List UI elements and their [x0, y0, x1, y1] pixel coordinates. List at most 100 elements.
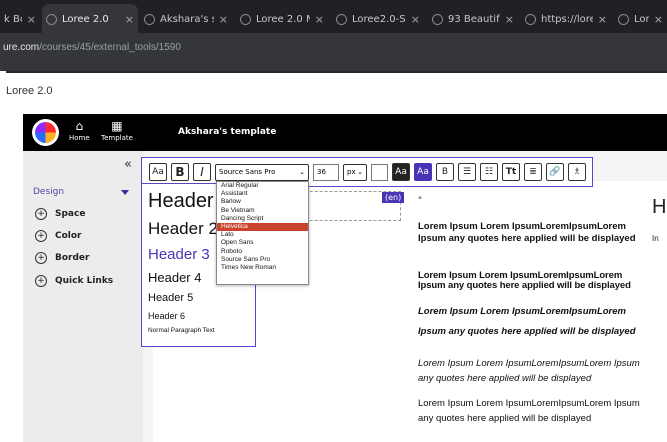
font-option[interactable]: Times New Roman	[217, 264, 308, 272]
font-option[interactable]: Helvetica	[217, 222, 308, 232]
close-tab-icon[interactable]: ×	[219, 13, 232, 26]
tab-title: https://loree	[541, 14, 593, 25]
paragraph-text[interactable]: Lorem Ipsum Lorem IpsumLoremIpsumLorem I…	[418, 221, 640, 245]
paragraph-text[interactable]: Lorem Ipsum Lorem IpsumLoremIpsumLorem I…	[418, 396, 640, 426]
italic-button[interactable]: I	[193, 163, 211, 181]
paragraph-text[interactable]: Lorem Ipsum Lorem IpsumLoremIpsumLorem I…	[418, 356, 640, 386]
font-size-input[interactable]: 36	[313, 163, 339, 181]
close-tab-icon[interactable]: ×	[411, 13, 424, 26]
font-size-toggle-button[interactable]: Aa	[149, 163, 167, 181]
tab-title: k Bo	[4, 14, 22, 25]
cut-off-text: In	[652, 234, 659, 243]
paragraph-text[interactable]: Lorem Ipsum Lorem IpsumLoremIpsumLorem	[418, 306, 640, 318]
logo-mark	[35, 122, 56, 143]
small-bold-button[interactable]: B	[436, 163, 454, 181]
address-url[interactable]: ure.com/courses/45/external_tools/1590	[3, 42, 181, 53]
plus-icon: +	[35, 230, 47, 242]
app-header: ⌂ Home ▦ Template Akshara's template	[23, 114, 667, 151]
sidebar-item-label: Border	[55, 253, 90, 263]
font-option[interactable]: Barlow	[217, 198, 308, 206]
close-tab-icon[interactable]: ×	[315, 13, 328, 26]
template-title: Akshara's template	[178, 127, 277, 137]
browser-tab[interactable]: k Bo ×	[0, 4, 40, 35]
sidebar-item-quick-links[interactable]: + Quick Links	[35, 275, 113, 287]
template-icon: ▦	[111, 119, 123, 133]
home-icon: ⌂	[75, 119, 84, 133]
design-section-toggle[interactable]: Design	[33, 187, 133, 197]
font-option[interactable]: Be Vietnam	[217, 207, 308, 215]
cut-off-heading: H	[652, 196, 667, 218]
sidebar-item-border[interactable]: + Border	[35, 252, 89, 264]
tab-title: 93 Beautiful C	[448, 14, 500, 25]
close-tab-icon[interactable]: ×	[27, 13, 40, 26]
quote-mark: "	[418, 196, 423, 206]
close-tab-icon[interactable]: ×	[505, 13, 518, 26]
language-badge[interactable]: (en)	[382, 192, 405, 203]
home-label: Home	[69, 134, 90, 142]
unit-select[interactable]: px ⌄	[343, 163, 367, 181]
font-family-dropdown: Arial Regular Assistant Barlow Be Vietnam Da…	[216, 181, 309, 285]
browser-tab[interactable]: Akshara's san ×	[140, 4, 232, 35]
font-family-select[interactable]: Source Sans Pro ⌄	[215, 163, 309, 181]
template-label: Template	[101, 134, 133, 142]
heading-option[interactable]: Header 2	[148, 219, 218, 239]
browser-tab[interactable]: https://loree ×	[521, 4, 611, 35]
sidebar-item-label: Color	[55, 231, 82, 241]
bullet-list-icon[interactable]: ☰	[458, 163, 476, 181]
favicon-icon	[46, 14, 57, 25]
address-bar[interactable]: ure.com/courses/45/external_tools/1590	[0, 33, 667, 71]
heading-option[interactable]: Header 4	[148, 270, 201, 285]
font-option[interactable]: Roboto	[217, 248, 308, 256]
collapse-sidebar-button[interactable]: «	[124, 157, 132, 172]
paragraph-text[interactable]: Lorem Ipsum Lorem IpsumLoremIpsumLorem I…	[418, 271, 640, 291]
design-section-label: Design	[33, 187, 65, 197]
favicon-icon	[618, 14, 629, 25]
sidebar-item-label: Quick Links	[55, 276, 114, 286]
address-path: /courses/45/external_tools/1590	[39, 42, 181, 53]
heading-option[interactable]: Normal Paragraph Text	[148, 327, 215, 334]
browser-tab[interactable]: Loree 2.0 ×	[42, 4, 138, 35]
clear-format-icon[interactable]: ♗	[568, 163, 586, 181]
favicon-icon	[144, 14, 155, 25]
chevron-down-icon: ⌄	[299, 168, 305, 176]
text-case-button[interactable]: Aa	[392, 163, 410, 181]
sidebar-item-color[interactable]: + Color	[35, 230, 82, 242]
heading-option[interactable]: Header 3	[148, 246, 210, 263]
browser-tab[interactable]: Loree2.0-Stag ×	[332, 4, 424, 35]
font-option[interactable]: Arial Regular	[217, 182, 308, 190]
sidebar-item-label: Space	[55, 209, 86, 219]
text-case-active-button[interactable]: Aa	[414, 163, 432, 181]
link-icon[interactable]: 🔗	[546, 163, 564, 181]
unit-value: px	[347, 168, 356, 176]
favicon-icon	[525, 14, 536, 25]
template-nav-button[interactable]: ▦ Template	[101, 120, 133, 142]
browser-tab[interactable]: Loree 2.0 New ×	[236, 4, 328, 35]
close-tab-icon[interactable]: ×	[654, 13, 667, 26]
align-justify-icon[interactable]: ≣	[524, 163, 542, 181]
caret-down-icon	[121, 189, 129, 195]
lti-page-title: Loree 2.0	[6, 85, 53, 97]
color-swatch[interactable]	[371, 163, 388, 181]
font-option[interactable]: Lato	[217, 231, 308, 239]
browser-tab[interactable]: 93 Beautiful C ×	[428, 4, 518, 35]
close-tab-icon[interactable]: ×	[125, 13, 138, 26]
tab-title: Loree 2.0 New	[256, 14, 310, 25]
bold-button[interactable]: B	[171, 163, 189, 181]
title-case-button[interactable]: Tt	[502, 163, 520, 181]
font-option[interactable]: Open Sans	[217, 239, 308, 247]
home-nav-button[interactable]: ⌂ Home	[69, 120, 90, 142]
numbered-list-icon[interactable]: ☷	[480, 163, 498, 181]
sidebar-item-space[interactable]: + Space	[35, 208, 85, 220]
font-option[interactable]: Source Sans Pro	[217, 256, 308, 264]
favicon-icon	[336, 14, 347, 25]
close-tab-icon[interactable]: ×	[598, 13, 611, 26]
browser-tab[interactable]: Loree - ×	[614, 4, 667, 35]
heading-option[interactable]: Header 5	[148, 292, 193, 304]
font-option[interactable]: Assistant	[217, 190, 308, 198]
tab-title: Akshara's san	[160, 14, 214, 25]
paragraph-text[interactable]: Ipsum any quotes here applied will be di…	[418, 326, 640, 338]
font-option[interactable]: Dancing Script	[217, 215, 308, 223]
plus-icon: +	[35, 252, 47, 264]
font-family-value: Source Sans Pro	[219, 168, 276, 176]
heading-option[interactable]: Header 6	[148, 311, 185, 321]
